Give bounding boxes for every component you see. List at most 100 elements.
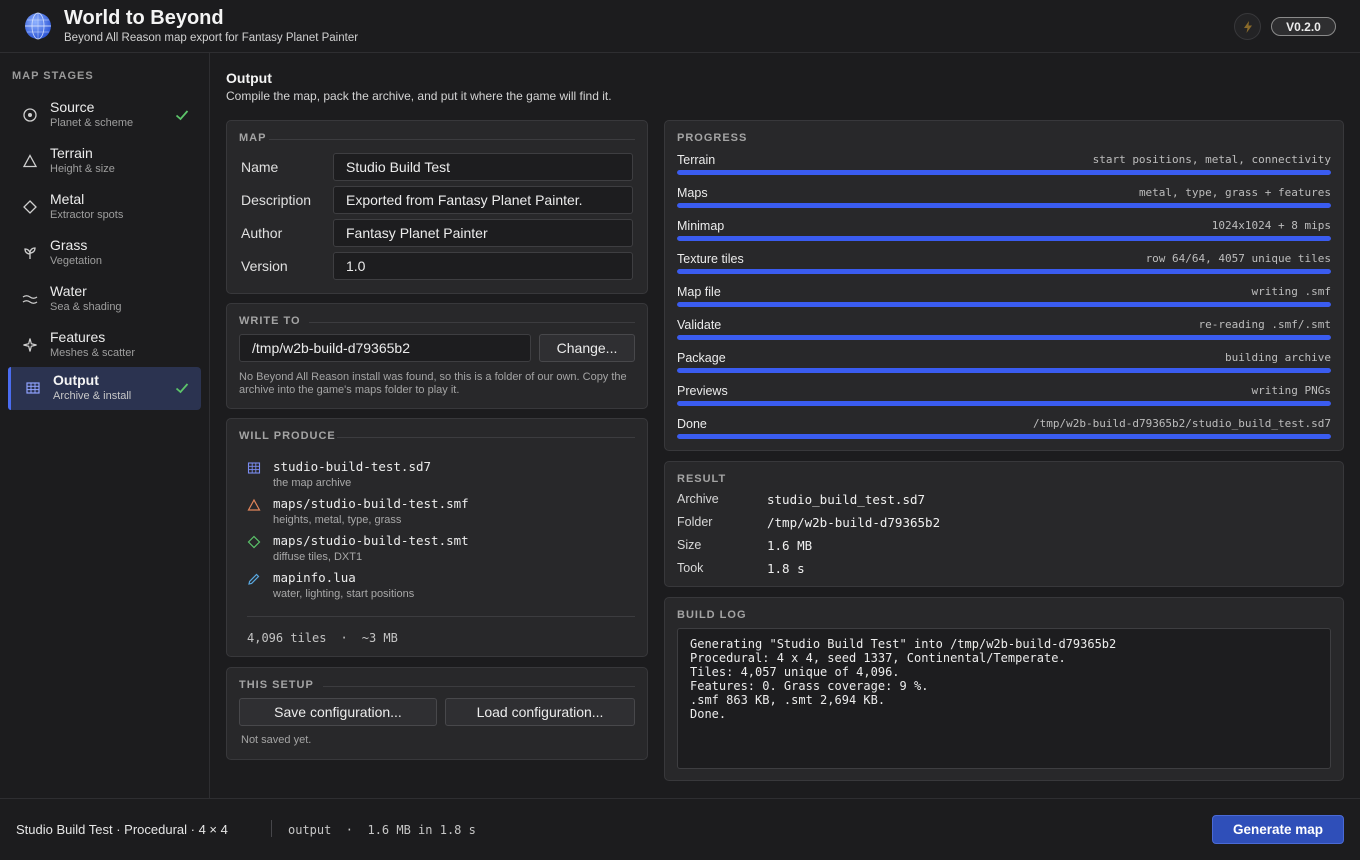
sidebar-item-metal[interactable]: Metal Extractor spots xyxy=(8,186,201,229)
sidebar-item-title: Terrain xyxy=(50,145,93,161)
file-name: studio-build-test.sd7 xyxy=(273,459,432,474)
pencil-icon xyxy=(248,573,260,585)
save-configuration-button[interactable]: Save configuration... xyxy=(239,698,437,726)
version-badge: V0.2.0 xyxy=(1271,17,1336,36)
file-description: water, lighting, start positions xyxy=(273,588,415,600)
build-log-heading: BUILD LOG xyxy=(677,609,747,621)
heading-rule xyxy=(337,437,635,438)
progress-bar-track xyxy=(677,302,1331,307)
progress-bar-fill xyxy=(677,368,1331,373)
write-to-path-input[interactable]: /tmp/w2b-build-d79365b2 xyxy=(239,334,531,362)
progress-panel: PROGRESS Terrain start positions, metal, … xyxy=(664,120,1344,451)
grid-icon xyxy=(247,462,261,474)
sidebar-heading: MAP STAGES xyxy=(12,70,94,82)
description-input[interactable]: Exported from Fantasy Planet Painter. xyxy=(333,186,633,214)
result-label: Archive xyxy=(677,492,719,506)
name-label: Name xyxy=(241,159,279,175)
sidebar-item-subtitle: Meshes & scatter xyxy=(50,347,135,359)
map-panel: MAP Name Studio Build Test Description E… xyxy=(226,120,648,294)
progress-step-label: Maps xyxy=(677,186,708,200)
page-description: Compile the map, pack the archive, and p… xyxy=(226,89,612,103)
description-label: Description xyxy=(241,192,312,208)
sidebar-item-output[interactable]: Output Archive & install xyxy=(8,367,201,410)
sidebar-item-subtitle: Archive & install xyxy=(53,390,132,402)
log-line: Procedural: 4 x 4, seed 1337, Continenta… xyxy=(690,651,1066,665)
sidebar-item-features[interactable]: Features Meshes & scatter xyxy=(8,324,201,367)
this-setup-heading: THIS SETUP xyxy=(239,679,314,691)
diamond-icon xyxy=(23,200,37,214)
file-description: heights, metal, type, grass xyxy=(273,514,402,526)
progress-bar-fill xyxy=(677,236,1331,241)
result-value: /tmp/w2b-build-d79365b2 xyxy=(767,515,941,530)
file-name: maps/studio-build-test.smf xyxy=(273,496,469,511)
progress-step: Done/tmp/w2b-build-d79365b2/studio_build… xyxy=(677,415,1331,448)
progress-step: Terrain start positions, metal, connectiv… xyxy=(677,151,1331,184)
progress-bar-fill xyxy=(677,434,1331,439)
sidebar-item-title: Features xyxy=(50,329,106,345)
diamond-icon xyxy=(247,535,261,549)
result-label: Folder xyxy=(677,515,713,529)
load-configuration-button[interactable]: Load configuration... xyxy=(445,698,635,726)
setup-status: Not saved yet. xyxy=(241,734,312,746)
progress-bar-track xyxy=(677,269,1331,274)
sidebar-item-water[interactable]: Water Sea & shading xyxy=(8,278,201,321)
progress-bar-track xyxy=(677,236,1331,241)
progress-bar-track xyxy=(677,434,1331,439)
progress-step-status: building archive xyxy=(1225,351,1331,364)
progress-bar-fill xyxy=(677,335,1331,340)
file-description: diffuse tiles, DXT1 xyxy=(273,551,363,563)
progress-step-label: Done xyxy=(677,417,707,431)
progress-bar-track xyxy=(677,368,1331,373)
progress-step: Previews writing PNGs xyxy=(677,382,1331,415)
sidebar-item-subtitle: Extractor spots xyxy=(50,209,124,221)
target-icon xyxy=(23,108,37,122)
author-input[interactable]: Fantasy Planet Painter xyxy=(333,219,633,247)
progress-bar-track xyxy=(677,335,1331,340)
divider xyxy=(247,616,635,617)
progress-bar-fill xyxy=(677,203,1331,208)
check-icon xyxy=(175,383,189,394)
file-name: maps/studio-build-test.smt xyxy=(273,533,469,548)
build-status: output · 1.6 MB in 1.8 s xyxy=(288,823,476,837)
will-produce-panel: WILL PRODUCE studio-build-test.sd7 the m… xyxy=(226,418,648,657)
footer-bar: Studio Build Test · Procedural · 4 × 4 o… xyxy=(0,798,1360,860)
progress-bar-fill xyxy=(677,401,1331,406)
log-line: Tiles: 4,057 unique of 4,096. xyxy=(690,665,900,679)
file-name: mapinfo.lua xyxy=(273,570,356,585)
write-to-note: No Beyond All Reason install was found, … xyxy=(239,371,627,396)
change-folder-button[interactable]: Change... xyxy=(539,334,635,362)
sprout-icon xyxy=(24,247,36,259)
triangle-icon xyxy=(247,498,261,511)
bolt-button[interactable] xyxy=(1234,13,1261,40)
log-line: Features: 0. Grass coverage: 9 %. xyxy=(690,679,929,693)
progress-step-status: writing .smf xyxy=(1251,285,1331,298)
progress-step: Validate re-reading .smf/.smt xyxy=(677,316,1331,349)
sparkle-icon xyxy=(23,338,37,352)
progress-step-status: start positions, metal, connectivity xyxy=(1092,153,1331,166)
sidebar-item-title: Grass xyxy=(50,237,88,253)
sidebar-item-terrain[interactable]: Terrain Height & size xyxy=(8,140,201,183)
sidebar-item-title: Water xyxy=(50,283,87,299)
version-input[interactable]: 1.0 xyxy=(333,252,633,280)
result-heading: RESULT xyxy=(677,473,727,485)
globe-icon xyxy=(25,12,51,40)
sidebar-item-source[interactable]: Source Planet & scheme xyxy=(8,94,201,137)
progress-step-label: Texture tiles xyxy=(677,252,744,266)
app-title: World to Beyond xyxy=(64,7,224,29)
result-label: Size xyxy=(677,538,702,552)
sidebar-item-grass[interactable]: Grass Vegetation xyxy=(8,232,201,275)
name-input[interactable]: Studio Build Test xyxy=(333,153,633,181)
generate-map-button[interactable]: Generate map xyxy=(1212,815,1344,844)
progress-step-label: Terrain xyxy=(677,153,716,167)
progress-bar-track xyxy=(677,401,1331,406)
heading-rule xyxy=(309,322,635,323)
progress-step-label: Previews xyxy=(677,384,728,398)
sidebar-item-subtitle: Sea & shading xyxy=(50,301,122,313)
build-log-output[interactable]: Generating "Studio Build Test" into /tmp… xyxy=(677,628,1331,769)
progress-step-status: row 64/64, 4057 unique tiles xyxy=(1145,252,1331,265)
produce-summary: 4,096 tiles · ~3 MB xyxy=(247,631,398,645)
check-icon xyxy=(175,110,189,121)
result-value: 1.8 s xyxy=(767,561,805,576)
progress-step-label: Map file xyxy=(677,285,721,299)
progress-bar-fill xyxy=(677,170,1331,175)
